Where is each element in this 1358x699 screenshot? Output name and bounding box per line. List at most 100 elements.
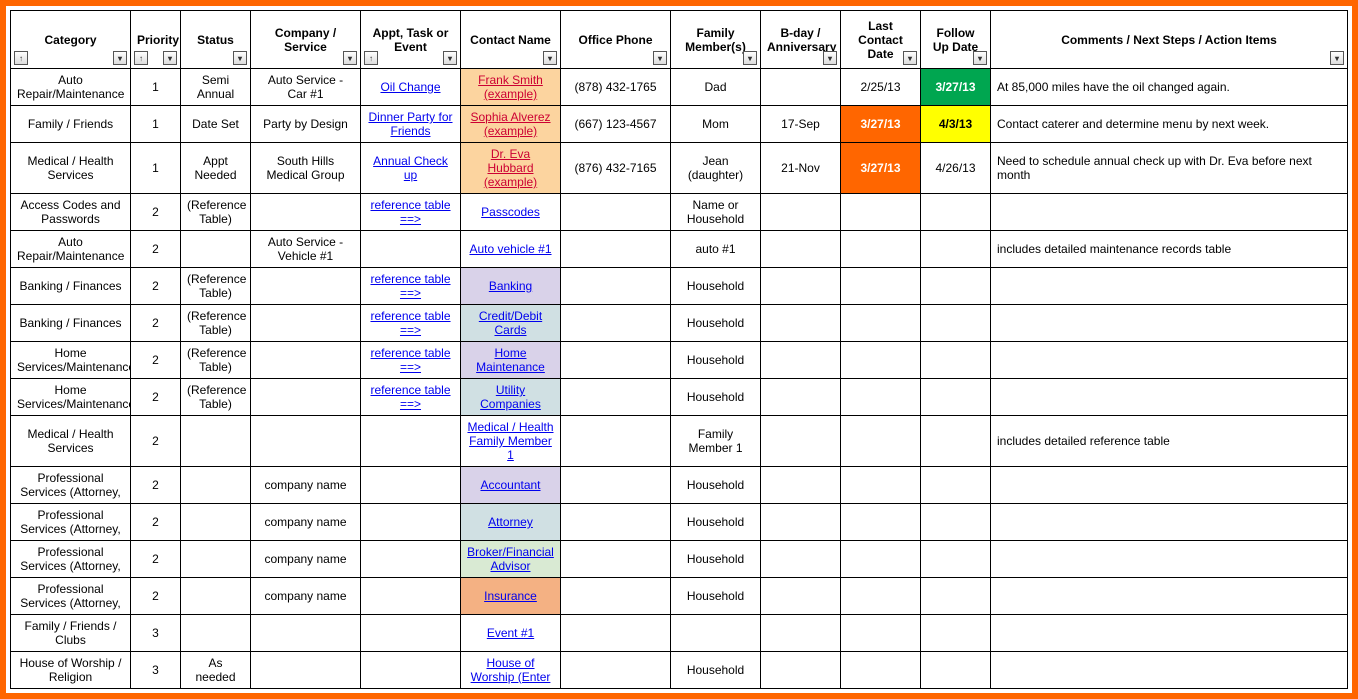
family-cell: auto #1: [671, 231, 761, 268]
task-cell: reference table ==>: [361, 305, 461, 342]
contact-cell-link[interactable]: Home Maintenance: [476, 346, 545, 374]
filter-dropdown-icon[interactable]: ▾: [973, 51, 987, 65]
comments-cell: [991, 652, 1348, 689]
column-header: Category↑▾: [11, 11, 131, 69]
contact-cell: Utility Companies: [461, 379, 561, 416]
company-cell: company name: [251, 541, 361, 578]
task-cell-link[interactable]: reference table ==>: [370, 272, 450, 300]
contact-cell-link[interactable]: Event #1: [487, 626, 534, 640]
comments-cell: [991, 194, 1348, 231]
filter-dropdown-icon[interactable]: ▾: [343, 51, 357, 65]
filter-dropdown-icon[interactable]: ▾: [543, 51, 557, 65]
comments-cell: [991, 578, 1348, 615]
last-contact-cell: [841, 578, 921, 615]
sort-asc-icon[interactable]: ↑: [364, 51, 378, 65]
status-cell: (Reference Table): [181, 305, 251, 342]
filter-dropdown-icon[interactable]: ▾: [163, 51, 177, 65]
last-contact-cell: [841, 416, 921, 467]
filter-dropdown-icon[interactable]: ▾: [443, 51, 457, 65]
table-row: Professional Services (Attorney,2company…: [11, 467, 1348, 504]
priority-cell: 2: [131, 342, 181, 379]
table-row: Family / Friends1Date SetParty by Design…: [11, 106, 1348, 143]
priority-cell: 2: [131, 578, 181, 615]
contact-cell: Insurance: [461, 578, 561, 615]
category-cell: Medical / Health Services: [11, 416, 131, 467]
priority-cell: 2: [131, 305, 181, 342]
task-cell-link[interactable]: Annual Check up: [373, 154, 448, 182]
priority-cell: 2: [131, 194, 181, 231]
status-cell: (Reference Table): [181, 194, 251, 231]
contact-cell-link[interactable]: Passcodes: [481, 205, 540, 219]
task-cell-link[interactable]: Oil Change: [380, 80, 440, 94]
contact-cell: Event #1: [461, 615, 561, 652]
header-label: Appt, Task or Event: [373, 26, 449, 54]
header-label: Comments / Next Steps / Action Items: [1061, 33, 1277, 47]
phone-cell: [561, 194, 671, 231]
followup-cell: [921, 342, 991, 379]
category-cell: Family / Friends / Clubs: [11, 615, 131, 652]
comments-cell: includes detailed maintenance records ta…: [991, 231, 1348, 268]
filter-dropdown-icon[interactable]: ▾: [653, 51, 667, 65]
contact-cell-link[interactable]: Broker/Financial Advisor: [467, 545, 554, 573]
contact-cell: Passcodes: [461, 194, 561, 231]
contact-cell: House of Worship (Enter: [461, 652, 561, 689]
followup-cell: [921, 578, 991, 615]
column-header: Company / Service▾: [251, 11, 361, 69]
contact-cell-link[interactable]: Frank Smith (example): [478, 73, 543, 101]
category-cell: Family / Friends: [11, 106, 131, 143]
family-cell: Household: [671, 342, 761, 379]
task-cell-link[interactable]: reference table ==>: [370, 346, 450, 374]
filter-dropdown-icon[interactable]: ▾: [113, 51, 127, 65]
task-cell: [361, 578, 461, 615]
company-cell: South Hills Medical Group: [251, 143, 361, 194]
contact-cell: Accountant: [461, 467, 561, 504]
table-row: Family / Friends / Clubs3Event #1: [11, 615, 1348, 652]
task-cell-link[interactable]: reference table ==>: [370, 383, 450, 411]
contact-cell-link[interactable]: Credit/Debit Cards: [479, 309, 542, 337]
status-cell: (Reference Table): [181, 379, 251, 416]
filter-dropdown-icon[interactable]: ▾: [233, 51, 247, 65]
header-label: Office Phone: [578, 33, 652, 47]
task-cell-link[interactable]: reference table ==>: [370, 309, 450, 337]
category-cell: Banking / Finances: [11, 305, 131, 342]
status-cell: [181, 231, 251, 268]
contact-cell-link[interactable]: Auto vehicle #1: [469, 242, 551, 256]
task-cell: reference table ==>: [361, 194, 461, 231]
bday-cell: [761, 342, 841, 379]
bday-cell: 17-Sep: [761, 106, 841, 143]
table-row: Access Codes and Passwords2(Reference Ta…: [11, 194, 1348, 231]
priority-cell: 2: [131, 416, 181, 467]
phone-cell: [561, 467, 671, 504]
contact-cell: Banking: [461, 268, 561, 305]
bday-cell: [761, 615, 841, 652]
task-cell-link[interactable]: Dinner Party for Friends: [368, 110, 452, 138]
filter-dropdown-icon[interactable]: ▾: [743, 51, 757, 65]
filter-dropdown-icon[interactable]: ▾: [1330, 51, 1344, 65]
last-contact-cell: 3/27/13: [841, 106, 921, 143]
comments-cell: [991, 342, 1348, 379]
category-cell: Auto Repair/Maintenance: [11, 231, 131, 268]
contact-cell-link[interactable]: Banking: [489, 279, 532, 293]
filter-dropdown-icon[interactable]: ▾: [903, 51, 917, 65]
priority-cell: 1: [131, 106, 181, 143]
task-cell: reference table ==>: [361, 342, 461, 379]
sort-asc-icon[interactable]: ↑: [134, 51, 148, 65]
contact-cell-link[interactable]: House of Worship (Enter: [471, 656, 551, 684]
sort-asc-icon[interactable]: ↑: [14, 51, 28, 65]
contact-cell-link[interactable]: Utility Companies: [480, 383, 541, 411]
contact-cell: Sophia Alverez (example): [461, 106, 561, 143]
contact-cell-link[interactable]: Attorney: [488, 515, 533, 529]
filter-dropdown-icon[interactable]: ▾: [823, 51, 837, 65]
contact-cell-link[interactable]: Accountant: [480, 478, 540, 492]
contact-cell-link[interactable]: Medical / Health Family Member 1: [467, 420, 553, 462]
bday-cell: [761, 652, 841, 689]
category-cell: Access Codes and Passwords: [11, 194, 131, 231]
bday-cell: [761, 578, 841, 615]
family-cell: Household: [671, 541, 761, 578]
task-cell-link[interactable]: reference table ==>: [370, 198, 450, 226]
company-cell: [251, 615, 361, 652]
contact-cell-link[interactable]: Dr. Eva Hubbard (example): [484, 147, 537, 189]
contact-cell-link[interactable]: Insurance: [484, 589, 537, 603]
category-cell: Professional Services (Attorney,: [11, 541, 131, 578]
contact-cell-link[interactable]: Sophia Alverez (example): [470, 110, 550, 138]
